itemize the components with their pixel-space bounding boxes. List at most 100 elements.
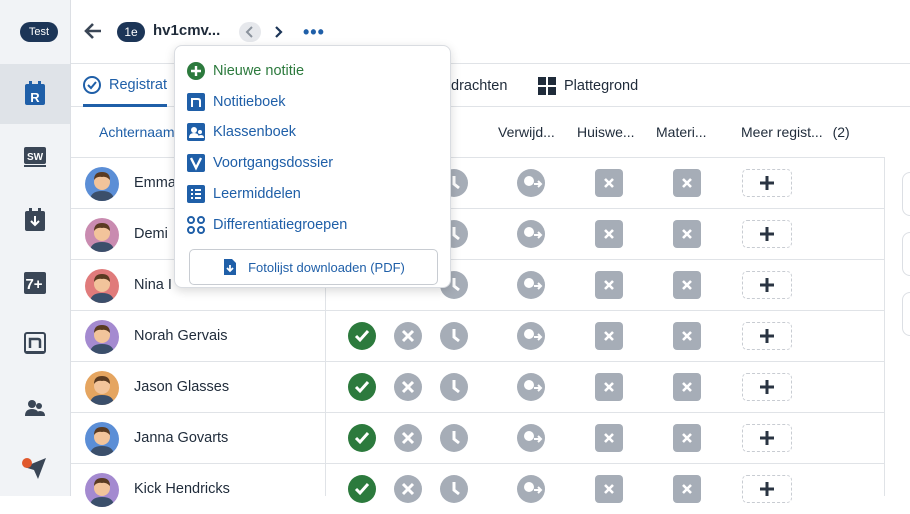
student-row[interactable]: Kick Hendricks [71, 463, 885, 514]
menu-item-differentiation-groups[interactable]: Differentiatiegroepen [187, 214, 347, 236]
back-arrow-icon[interactable] [83, 20, 103, 42]
removed-icon[interactable] [517, 322, 545, 350]
tab-seating-plan[interactable]: Plattegrond [538, 65, 638, 107]
homework-toggle[interactable] [595, 169, 623, 197]
tab-registration[interactable]: Registrat [83, 65, 168, 107]
column-header-materials[interactable]: Materi... [656, 124, 707, 140]
materials-toggle[interactable] [673, 271, 701, 299]
side-panel-card[interactable] [902, 292, 910, 336]
menu-item-new-note[interactable]: Nieuwe notitie [187, 60, 304, 82]
present-check-icon[interactable] [348, 322, 376, 350]
sidebar-item-notebook[interactable] [0, 313, 70, 373]
homework-toggle[interactable] [595, 322, 623, 350]
add-registration-button[interactable] [742, 424, 792, 452]
sidebar-item-sw[interactable]: SW [0, 127, 70, 187]
student-row[interactable]: Jason Glasses [71, 361, 885, 412]
materials-toggle[interactable] [673, 322, 701, 350]
next-button[interactable] [267, 22, 289, 42]
plus-icon [760, 380, 774, 394]
student-name[interactable]: Norah Gervais [134, 328, 227, 344]
homework-toggle[interactable] [595, 220, 623, 248]
menu-item-classbook[interactable]: Klassenboek [187, 121, 296, 143]
student-name[interactable]: Jason Glasses [134, 379, 229, 395]
removed-icon[interactable] [517, 220, 545, 248]
group-badge: 1e [117, 22, 145, 42]
absent-x-icon[interactable] [394, 322, 422, 350]
notebook-n-icon [24, 332, 46, 354]
add-registration-button[interactable] [742, 271, 792, 299]
present-check-icon[interactable] [348, 475, 376, 503]
add-registration-button[interactable] [742, 373, 792, 401]
column-header-more-registrations[interactable]: Meer regist... (2) [741, 124, 850, 140]
student-row[interactable]: Janna Govarts [71, 412, 885, 463]
absent-x-icon[interactable] [394, 373, 422, 401]
menu-item-learning-materials[interactable]: Leermiddelen [187, 183, 301, 205]
avatar [85, 167, 119, 201]
materials-toggle[interactable] [673, 424, 701, 452]
late-clock-icon[interactable] [440, 475, 468, 503]
homework-toggle[interactable] [595, 271, 623, 299]
removed-icon[interactable] [517, 373, 545, 401]
absent-x-icon[interactable] [394, 424, 422, 452]
download-photo-list-button[interactable]: Fotolijst downloaden (PDF) [189, 249, 438, 285]
column-header-homework[interactable]: Huiswe... [577, 124, 635, 140]
x-icon [682, 280, 692, 290]
student-name[interactable]: Kick Hendricks [134, 481, 230, 497]
homework-toggle[interactable] [595, 424, 623, 452]
menu-item-progress-file[interactable]: Voortgangsdossier [187, 152, 333, 174]
homework-toggle[interactable] [595, 373, 623, 401]
add-registration-button[interactable] [742, 169, 792, 197]
student-group-icon [25, 400, 45, 416]
x-icon [604, 178, 614, 188]
menu-item-label: Klassenboek [213, 124, 297, 140]
late-clock-icon[interactable] [440, 373, 468, 401]
student-name[interactable]: Emma [134, 175, 176, 191]
environment-badge: Test [20, 22, 58, 42]
avatar [85, 320, 119, 354]
student-name[interactable]: Demi [134, 226, 168, 242]
send-paperplane-icon [22, 458, 46, 479]
sw-icon: SW [24, 147, 46, 167]
side-panel-card[interactable] [902, 172, 910, 216]
absent-x-icon[interactable] [394, 475, 422, 503]
column-header-lastname[interactable]: Achternaam [99, 124, 174, 140]
menu-item-label: Leermiddelen [213, 186, 301, 202]
present-check-icon[interactable] [348, 424, 376, 452]
materials-toggle[interactable] [673, 169, 701, 197]
add-registration-button[interactable] [742, 322, 792, 350]
column-header-removed[interactable]: Verwijd... [498, 124, 555, 140]
svg-text:SW: SW [27, 152, 44, 163]
removed-icon[interactable] [517, 271, 545, 299]
check-circle-icon [83, 75, 101, 94]
more-menu-button[interactable]: ••• [303, 22, 325, 43]
materials-toggle[interactable] [673, 373, 701, 401]
avatar [85, 218, 119, 252]
add-registration-button[interactable] [742, 220, 792, 248]
side-panel-card[interactable] [902, 232, 910, 276]
student-row[interactable]: Norah Gervais [71, 310, 885, 361]
menu-item-notebook[interactable]: Notitieboek [187, 91, 286, 113]
homework-toggle[interactable] [595, 475, 623, 503]
materials-toggle[interactable] [673, 475, 701, 503]
present-check-icon[interactable] [348, 373, 376, 401]
removed-icon[interactable] [517, 169, 545, 197]
sidebar-item-registration[interactable]: R [0, 64, 70, 124]
tab-assignments[interactable]: drachten [451, 65, 507, 107]
sidebar-item-students[interactable] [0, 378, 70, 438]
sidebar-item-planner[interactable] [0, 190, 70, 250]
x-icon [682, 433, 692, 443]
sidebar-item-messages[interactable] [0, 438, 70, 498]
student-name[interactable]: Nina I [134, 277, 172, 293]
removed-icon[interactable] [517, 424, 545, 452]
add-registration-button[interactable] [742, 475, 792, 503]
sidebar-item-seven-plus[interactable]: 7+ [0, 253, 70, 313]
previous-button[interactable] [239, 22, 261, 42]
materials-toggle[interactable] [673, 220, 701, 248]
column-divider [884, 157, 885, 496]
late-clock-icon[interactable] [440, 322, 468, 350]
plus-icon [760, 278, 774, 292]
student-name[interactable]: Janna Govarts [134, 430, 228, 446]
late-clock-icon[interactable] [440, 424, 468, 452]
removed-icon[interactable] [517, 475, 545, 503]
plus-icon [760, 329, 774, 343]
